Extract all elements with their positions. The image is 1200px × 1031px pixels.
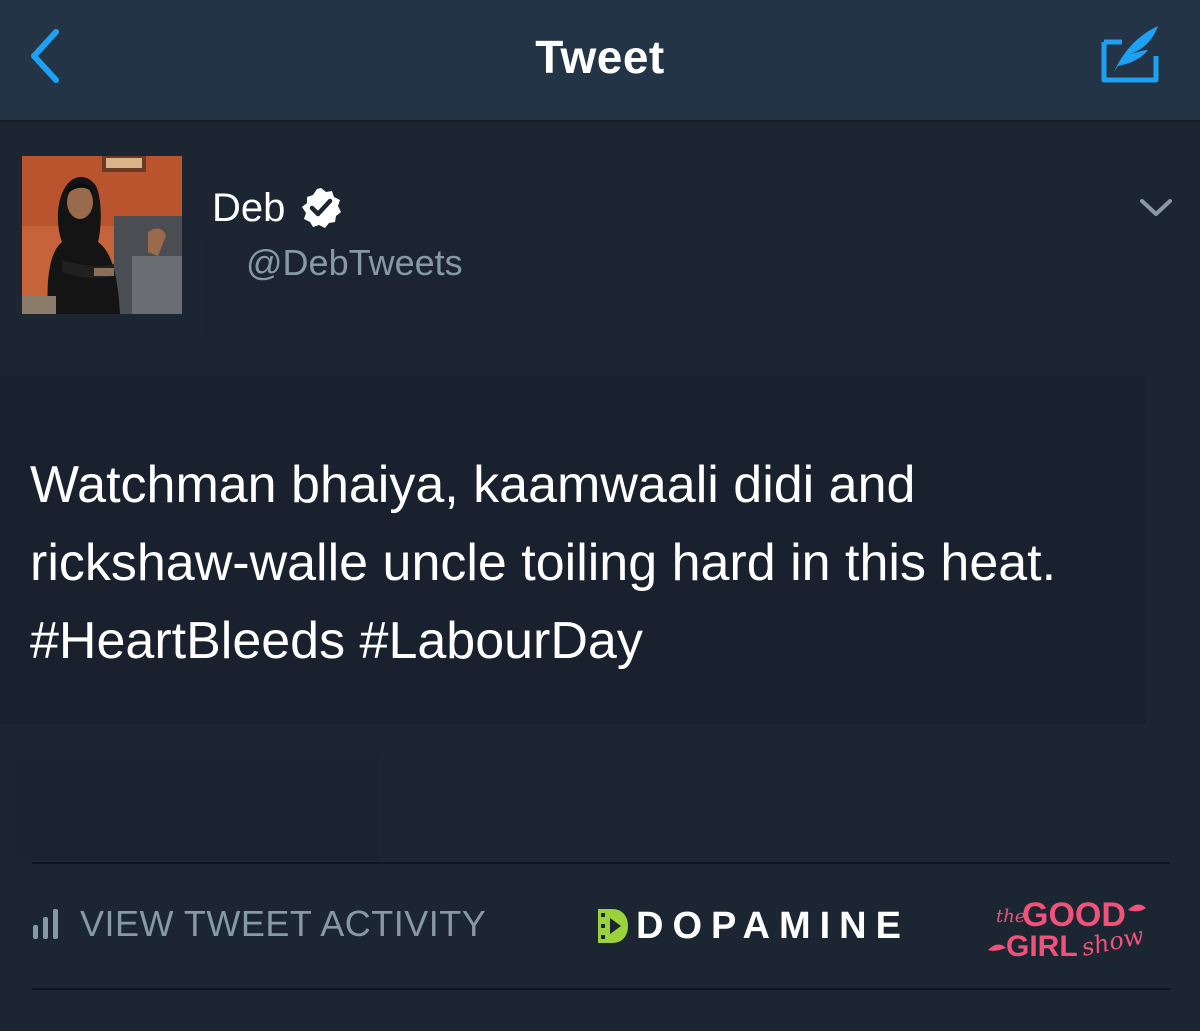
author-handle[interactable]: @DebTweets xyxy=(246,242,463,284)
tweet-text: Watchman bhaiya, kaamwaali didi and rick… xyxy=(30,456,1057,670)
good-girl-show-logo: the GOOD GIRL show xyxy=(982,888,1150,964)
compose-tweet-icon xyxy=(1101,26,1159,83)
author-name-row[interactable]: Deb xyxy=(212,182,343,234)
navigation-bar: Tweet xyxy=(0,0,1200,122)
dopamine-logo: DOPAMINE xyxy=(596,904,910,948)
good-girl-show-logo-art: the GOOD GIRL show xyxy=(988,896,1147,963)
view-tweet-activity-label: VIEW TWEET ACTIVITY xyxy=(80,903,487,944)
verified-badge-icon xyxy=(302,188,342,228)
dopamine-logo-text: DOPAMINE xyxy=(636,904,910,947)
compose-button[interactable] xyxy=(1096,20,1164,88)
page-title: Tweet xyxy=(535,31,665,83)
display-name: Deb xyxy=(212,185,286,230)
dopamine-d-icon xyxy=(598,909,628,943)
profile-photo xyxy=(22,156,182,314)
divider xyxy=(32,988,1170,990)
avatar[interactable] xyxy=(22,156,182,314)
tweet-options-button[interactable] xyxy=(1138,196,1174,220)
tweet-detail-screen: Tweet Deb @DebTweets Watchman bhaiya, ka… xyxy=(0,0,1200,1031)
bar-chart-icon xyxy=(33,909,58,939)
divider xyxy=(32,862,1170,864)
chevron-down-icon xyxy=(1140,199,1172,216)
faint-panel xyxy=(16,756,378,860)
logo-girl-text: GIRL xyxy=(1006,930,1078,963)
view-tweet-activity-button[interactable]: VIEW TWEET ACTIVITY xyxy=(30,900,486,948)
